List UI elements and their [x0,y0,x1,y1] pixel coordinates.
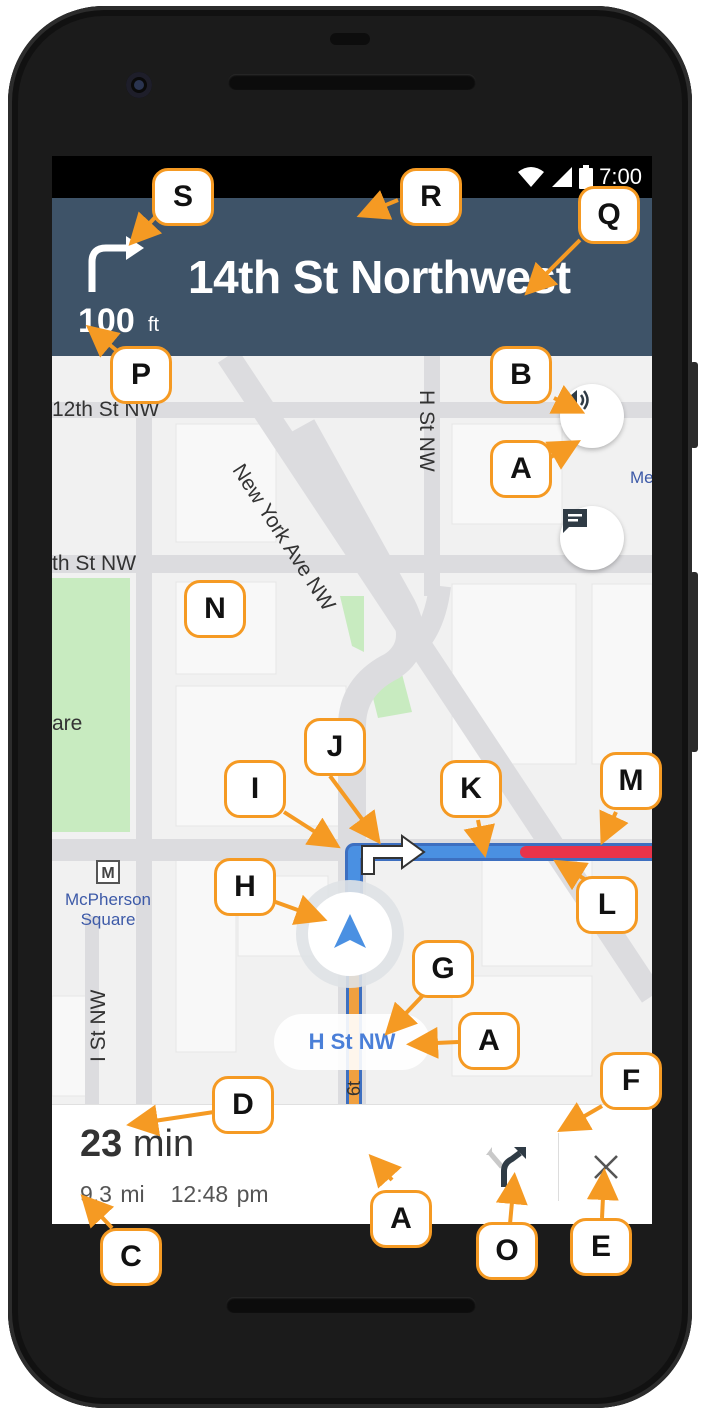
callout-p: P [110,346,172,404]
current-road-label: H St NW [274,1014,430,1070]
metro-station-label: McPherson Square [65,890,151,929]
callout-d: D [212,1076,274,1134]
chat-button[interactable] [560,506,624,570]
trip-summary-panel[interactable]: 23 min 9.3 mi 12:48 pm [52,1104,652,1224]
callout-q: Q [578,186,640,244]
turn-right-icon [88,236,144,292]
next-street-name: 14th St Northwest [188,251,571,303]
callout-a-footer: A [370,1190,432,1248]
maneuver-distance-unit: ft [148,314,160,336]
volume-button[interactable] [560,384,624,448]
signal-icon [552,167,573,187]
callout-o: O [476,1222,538,1280]
trip-duration: 23 min [80,1123,195,1165]
callout-m: M [600,752,662,810]
callout-a-volume: A [490,440,552,498]
current-road-name: H St NW [308,1029,396,1054]
road-label-i-st: I St NW [87,989,110,1062]
alternate-routes-button[interactable] [482,1141,534,1193]
navigation-header[interactable]: 14th St Northwest 100 ft [52,198,652,356]
callout-r: R [400,168,462,226]
callout-l: L [576,876,638,934]
trip-details: 9.3 mi 12:48 pm [80,1181,269,1208]
wifi-icon [518,167,545,187]
callout-b: B [490,346,552,404]
callout-i: I [224,760,286,818]
callout-a-road: A [458,1012,520,1070]
callout-j: J [304,718,366,776]
top-speaker [228,74,476,90]
volume-icon [564,390,589,410]
callout-f: F [600,1052,662,1110]
callout-s: S [152,168,214,226]
arrival-time: 12:48 pm [170,1181,269,1207]
park [52,578,130,832]
screen: 7:00 14th St Northwest 100 ft 12th St NW… [52,156,652,1224]
front-camera [126,72,152,98]
road-label-h-st-vertical: H St NW [415,390,438,472]
power-button [690,362,698,448]
maneuver-distance: 100 [78,302,135,340]
road-label-me: Me [630,468,652,487]
metro-icon: M [96,860,120,884]
status-bar: 7:00 [52,156,652,198]
callout-e: E [570,1218,632,1276]
callout-n: N [184,580,246,638]
chat-icon [563,509,587,533]
callout-h: H [214,858,276,916]
callout-g: G [412,940,474,998]
road-label-6th: 6t [344,1080,364,1096]
road-label-are: are [52,712,83,735]
callout-c: C [100,1228,162,1286]
alternate-route-icon [486,1147,526,1187]
volume-button [690,572,698,752]
road-label-11th: th St NW [52,552,137,575]
close-icon [594,1155,618,1179]
callout-k: K [440,760,502,818]
bottom-speaker [226,1297,476,1313]
earpiece [330,33,370,45]
trip-distance: 9.3 mi [80,1181,145,1207]
footer-divider [558,1133,559,1201]
close-navigation-button[interactable] [582,1143,630,1191]
